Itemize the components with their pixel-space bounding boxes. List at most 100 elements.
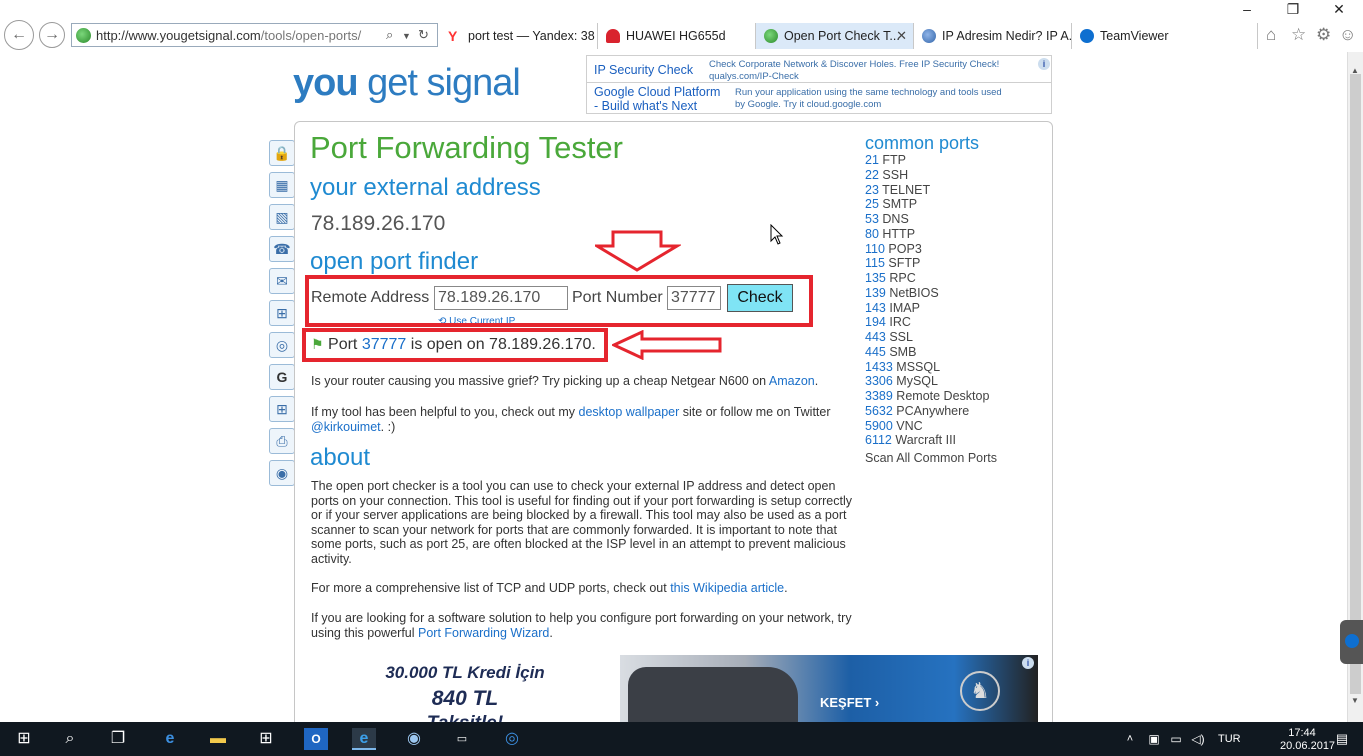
outlook-icon[interactable]: O [304,728,328,750]
common-port-item[interactable]: 3306 MySQL [865,374,938,388]
twitter-link[interactable]: @kirkouimet [311,420,381,434]
search-icon[interactable]: ⌕ [58,728,82,750]
common-port-item[interactable]: 443 SSL [865,330,913,344]
minimize-button[interactable]: – [1224,0,1270,18]
globe-tool-icon[interactable]: ◉ [269,460,295,486]
port-forwarding-wizard-link[interactable]: Port Forwarding Wizard [418,626,549,640]
common-port-item[interactable]: 22 SSH [865,168,908,182]
search-icon[interactable]: ⌕ [386,27,393,43]
ad-info-icon[interactable]: i [1038,58,1050,70]
start-windows-icon[interactable]: ⊞ [12,728,36,750]
lock-tool-icon[interactable]: 🔒 [269,140,295,166]
site-logo[interactable]: you get signal [293,62,521,105]
common-port-item[interactable]: 23 TELNET [865,183,930,197]
amazon-link[interactable]: Amazon [769,374,815,388]
map-tool-icon[interactable]: ▦ [269,172,295,198]
port-number[interactable]: 1433 [865,360,893,374]
network-tool-icon[interactable]: ⊞ [269,300,295,326]
tab-teamviewer[interactable]: TeamViewer [1072,23,1258,49]
port-number[interactable]: 3306 [865,374,893,388]
ad-link[interactable]: - Build what's Next [594,99,697,113]
common-port-item[interactable]: 1433 MSSQL [865,360,940,374]
internet-explorer-icon[interactable]: e [352,728,376,750]
feedback-smiley-icon[interactable]: ☺ [1339,25,1356,45]
common-port-item[interactable]: 21 FTP [865,153,906,167]
system-clock[interactable]: 17:44 20.06.2017 [1280,727,1335,753]
scroll-down-icon[interactable]: ▼ [1351,696,1359,705]
common-port-item[interactable]: 6112 Warcraft III [865,433,956,447]
port-number[interactable]: 25 [865,197,879,211]
windows-tool-icon[interactable]: ⊞ [269,396,295,422]
volume-tray-icon[interactable]: ◁) [1186,728,1210,750]
port-number[interactable]: 110 [865,242,885,256]
email-tool-icon[interactable]: ✉ [269,268,295,294]
input-language[interactable]: TUR [1218,733,1241,745]
port-number[interactable]: 3389 [865,389,893,403]
notification-center-icon[interactable]: ▤ [1330,728,1354,750]
tab-yandex[interactable]: Y port test — Yandex: 38 ... [440,23,598,49]
port-number[interactable]: 5632 [865,404,893,418]
dropdown-icon[interactable]: ▼ [402,31,411,41]
close-window-button[interactable]: ✕ [1316,0,1362,18]
network-tray-icon[interactable]: ▭ [1164,728,1188,750]
common-port-item[interactable]: 115 SFTP [865,256,920,270]
tab-huawei[interactable]: HUAWEI HG655d [598,23,756,49]
port-number[interactable]: 23 [865,183,879,197]
port-number[interactable]: 135 [865,271,886,285]
ad-ip-security[interactable]: IP Security Check Check Corporate Networ… [586,55,1052,83]
common-port-item[interactable]: 445 SMB [865,345,916,359]
teamviewer-taskbar-icon[interactable]: ◎ [500,728,524,750]
port-number[interactable]: 5900 [865,419,893,433]
close-tab-icon[interactable]: ✕ [896,28,907,44]
ad-google-cloud[interactable]: Google Cloud Platform - Build what's Nex… [586,82,1052,114]
common-port-item[interactable]: 194 IRC [865,315,911,329]
wikipedia-link[interactable]: this Wikipedia article [670,581,784,595]
ad-link[interactable]: Google Cloud Platform [594,85,720,99]
forward-button[interactable]: → [39,22,65,48]
file-explorer-icon[interactable]: ▬ [206,728,230,750]
banner-ad[interactable]: 30.000 TL Kredi İçin 840 TL Taksitle! KE… [310,655,1038,722]
map-route-tool-icon[interactable]: ▧ [269,204,295,230]
remote-app-icon[interactable]: ◉ [402,728,426,750]
printer-tool-icon[interactable]: ⎙ [269,428,295,454]
port-number[interactable]: 139 [865,286,886,300]
edge-browser-icon[interactable]: e [158,728,182,750]
port-number[interactable]: 443 [865,330,886,344]
port-number[interactable]: 21 [865,153,879,167]
teamviewer-tray-icon[interactable]: ▣ [1142,728,1166,750]
task-view-icon[interactable]: ❐ [106,728,130,750]
port-number[interactable]: 445 [865,345,886,359]
restore-button[interactable]: ❐ [1270,0,1316,18]
port-number[interactable]: 194 [865,315,886,329]
common-port-item[interactable]: 53 DNS [865,212,909,226]
tab-ip-adresim[interactable]: IP Adresim Nedir? IP A... [914,23,1072,49]
address-bar[interactable]: http://www.yougetsignal.com/tools/open-p… [71,23,438,47]
google-tool-icon[interactable]: G [269,364,295,390]
port-number[interactable]: 143 [865,301,886,315]
tab-open-port-check[interactable]: Open Port Check T... ✕ [756,23,914,49]
common-port-item[interactable]: 25 SMTP [865,197,917,211]
desktop-wallpaper-link[interactable]: desktop wallpaper [579,405,680,419]
port-number[interactable]: 53 [865,212,879,226]
settings-gear-icon[interactable]: ⚙ [1316,25,1331,45]
common-port-item[interactable]: 5632 PCAnywhere [865,404,969,418]
common-port-item[interactable]: 3389 Remote Desktop [865,389,989,403]
scan-all-ports-link[interactable]: Scan All Common Ports [865,451,997,465]
common-port-item[interactable]: 139 NetBIOS [865,286,939,300]
port-number[interactable]: 80 [865,227,879,241]
common-port-item[interactable]: 143 IMAP [865,301,920,315]
scroll-thumb[interactable] [1350,74,1361,694]
command-prompt-icon[interactable]: ▭ [450,728,474,750]
common-port-item[interactable]: 110 POP3 [865,242,922,256]
port-number[interactable]: 115 [865,256,885,270]
banner-cta[interactable]: KEŞFET › [820,695,879,710]
ad-info-icon[interactable]: i [1022,657,1034,669]
common-port-item[interactable]: 5900 VNC [865,419,923,433]
teamviewer-side-panel[interactable] [1340,620,1363,664]
target-tool-icon[interactable]: ◎ [269,332,295,358]
common-port-item[interactable]: 80 HTTP [865,227,915,241]
refresh-icon[interactable]: ↻ [418,27,429,43]
store-icon[interactable]: ⊞ [254,728,278,750]
show-hidden-icons[interactable]: ˄ [1118,728,1142,750]
back-button[interactable]: ← [4,20,34,50]
